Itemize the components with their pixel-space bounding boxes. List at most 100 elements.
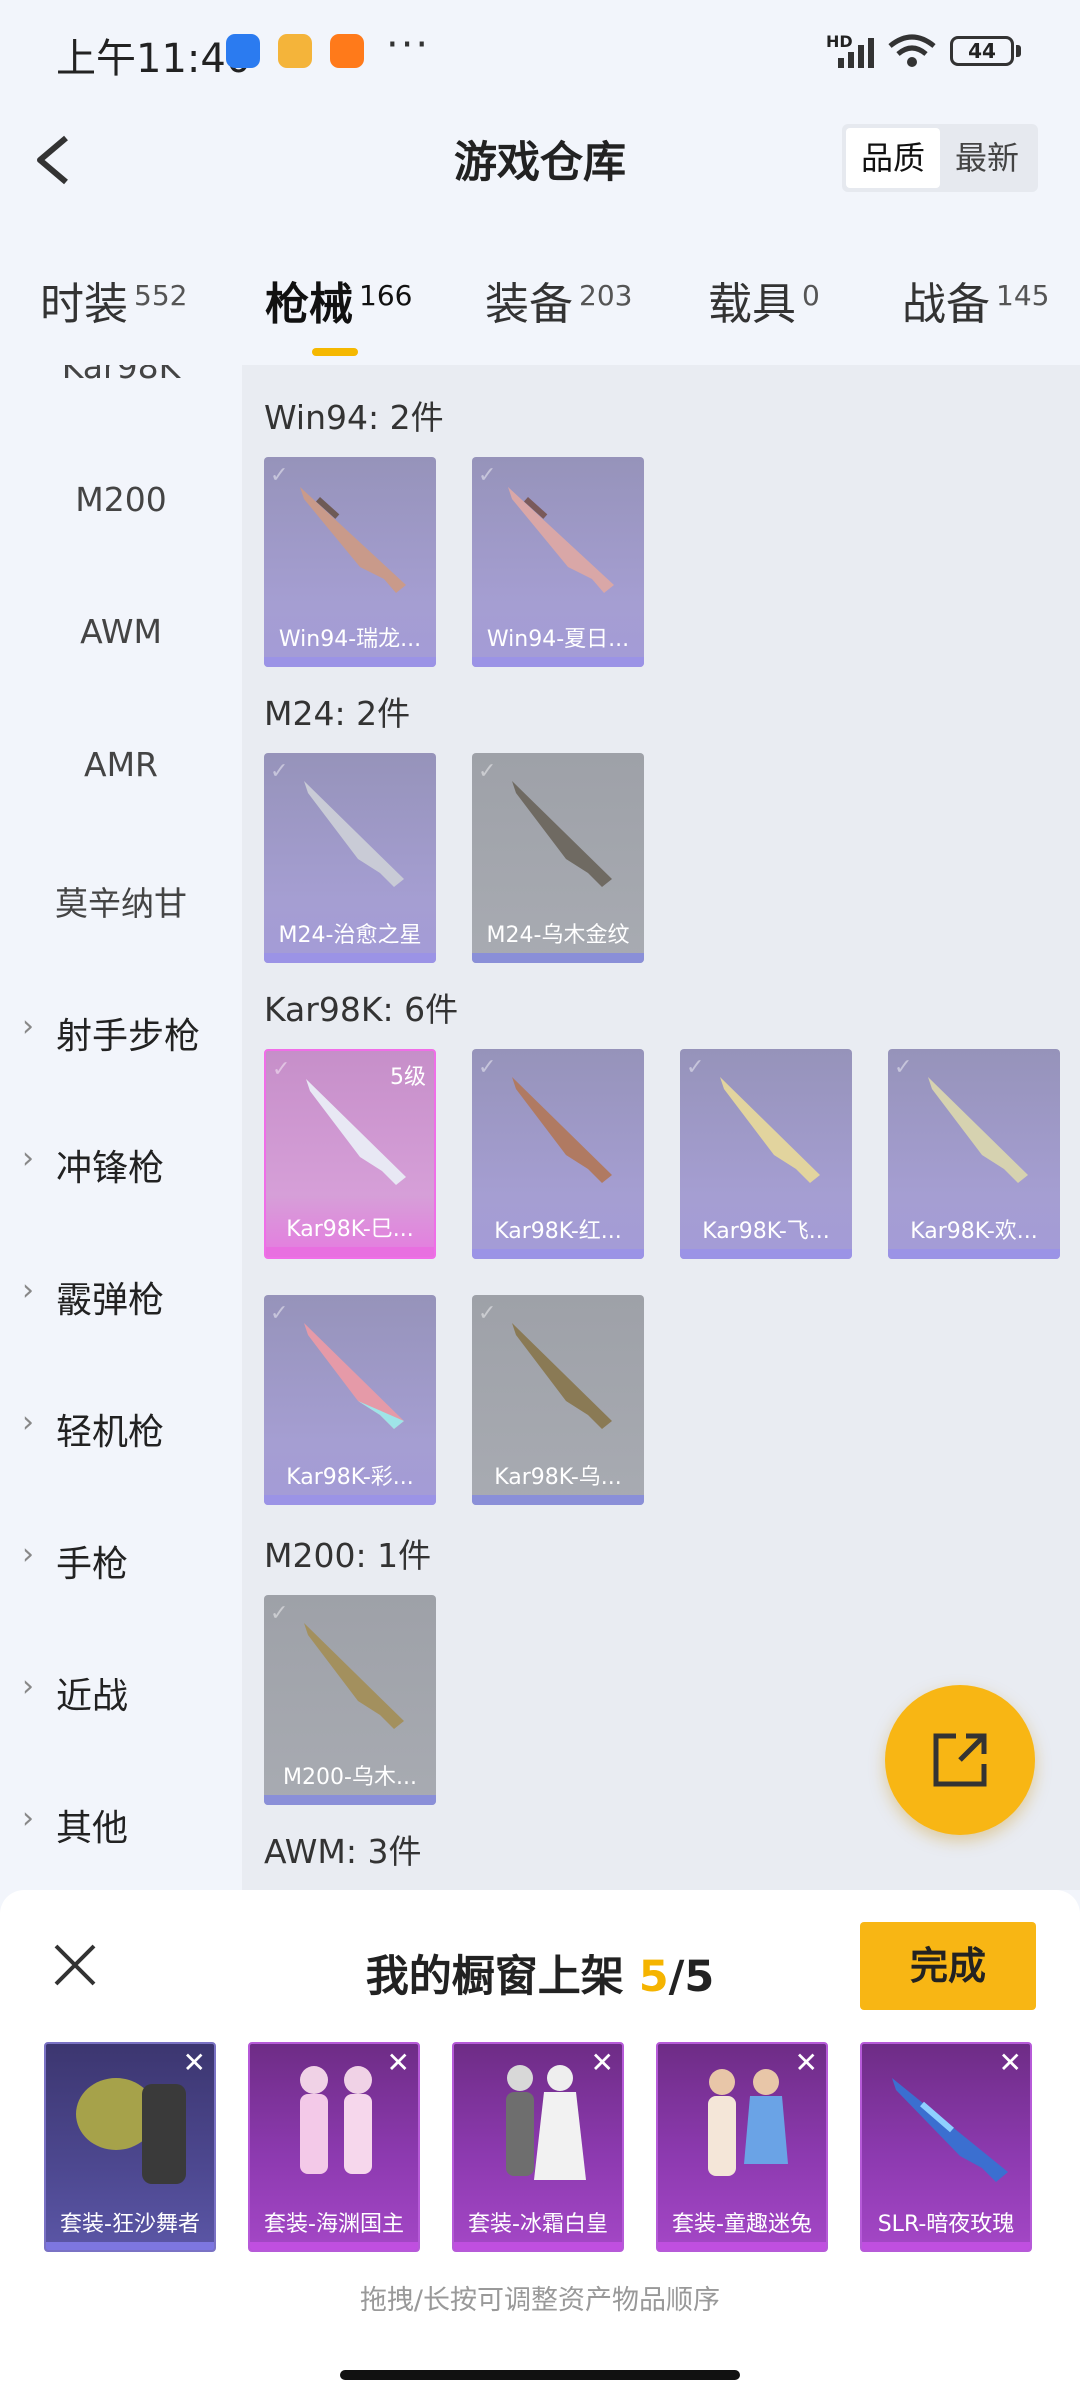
- tab-vehicles[interactable]: 载具 0: [708, 268, 820, 332]
- group-label: 手枪: [56, 1544, 129, 1585]
- rifle-icon: [508, 487, 614, 593]
- weapon-card[interactable]: ✓ Kar98K-红...: [472, 1049, 644, 1259]
- category-group-dmr[interactable]: › 射手步枪: [0, 1007, 242, 1059]
- rarity-bar: [264, 657, 436, 667]
- weapon-card-name: M24-乌木金纹: [486, 923, 630, 948]
- chevron-right-icon: ›: [22, 1669, 34, 1704]
- remove-icon[interactable]: ✕: [591, 2046, 614, 2079]
- tab-label: 载具: [708, 279, 796, 330]
- sort-quality-button[interactable]: 品质: [846, 128, 940, 188]
- wifi-icon: [888, 34, 936, 67]
- weapon-card-name: Kar98K-乌...: [494, 1465, 622, 1490]
- share-button[interactable]: [885, 1685, 1035, 1835]
- tab-label: 战备: [902, 279, 990, 330]
- status-bar: 上午11:40 ··· HD 44: [0, 0, 1080, 100]
- category-group-lmg[interactable]: › 轻机枪: [0, 1403, 242, 1455]
- showcase-slot[interactable]: ✕ 套装-狂沙舞者: [44, 2042, 216, 2252]
- rifle-icon: [306, 1079, 406, 1185]
- tab-count: 145: [996, 279, 1050, 312]
- weapon-card-name: M200-乌木...: [283, 1765, 417, 1790]
- showcase-slot[interactable]: ✕ 套装-冰霜白皇: [452, 2042, 624, 2252]
- showcase-count-current: 5: [638, 1952, 669, 2002]
- group-label: 冲锋枪: [56, 1148, 165, 1189]
- done-button[interactable]: 完成: [860, 1922, 1036, 2010]
- rarity-bar: [264, 1495, 436, 1505]
- remove-icon[interactable]: ✕: [999, 2046, 1022, 2079]
- showcase-slot[interactable]: ✕ 套装-童趣迷兔: [656, 2042, 828, 2252]
- tab-label: 枪械: [265, 279, 353, 330]
- category-kar98k[interactable]: Kar98K: [0, 365, 242, 386]
- rarity-bar: [472, 953, 644, 963]
- rarity-bar: [266, 1247, 434, 1257]
- rarity-bar: [862, 2242, 1030, 2250]
- category-group-smg[interactable]: › 冲锋枪: [0, 1139, 242, 1191]
- tab-supplies[interactable]: 战备 145: [902, 268, 1049, 332]
- category-awm[interactable]: AWM: [0, 612, 242, 651]
- showcase-slot[interactable]: ✕ 套装-海渊国主: [248, 2042, 420, 2252]
- mi-app-icon: [330, 34, 364, 68]
- category-group-melee[interactable]: › 近战: [0, 1667, 242, 1719]
- sort-newest-button[interactable]: 最新: [940, 128, 1034, 188]
- remove-icon[interactable]: ✕: [795, 2046, 818, 2079]
- showcase-title-text: 我的橱窗上架: [365, 1952, 639, 2002]
- rarity-bar: [888, 1249, 1060, 1259]
- weapon-card[interactable]: ✓ M24-乌木金纹: [472, 753, 644, 963]
- category-group-pistol[interactable]: › 手枪: [0, 1535, 242, 1587]
- weapon-card-name: Kar98K-欢...: [910, 1219, 1038, 1244]
- weapon-card[interactable]: ✓ Kar98K-彩...: [264, 1295, 436, 1505]
- app-notification-icon: [278, 34, 312, 68]
- weapon-card-name: Kar98K-飞...: [702, 1219, 830, 1244]
- rifle-icon: [304, 781, 404, 887]
- nav-bar: 游戏仓库 品质 最新: [0, 100, 1080, 230]
- weapon-card[interactable]: ✓ Kar98K-飞...: [680, 1049, 852, 1259]
- chevron-right-icon: ›: [22, 1405, 34, 1440]
- rarity-bar: [46, 2242, 214, 2250]
- tab-count: 203: [579, 279, 633, 312]
- weapon-card[interactable]: ✓ Win94-瑞龙...: [264, 457, 436, 667]
- rifle-icon: [512, 1077, 612, 1183]
- tab-count: 552: [134, 279, 188, 312]
- category-mosin[interactable]: 莫辛纳甘: [0, 877, 242, 925]
- section-title-awm: AWM: 3件: [264, 1832, 422, 1871]
- category-group-other[interactable]: › 其他: [0, 1799, 242, 1851]
- weapon-card[interactable]: ✓ M200-乌木...: [264, 1595, 436, 1805]
- weapon-card-name: Win94-瑞龙...: [278, 627, 422, 652]
- reorder-hint: 拖拽/长按可调整资产物品顺序: [359, 2285, 721, 2316]
- rifle-icon: [304, 1623, 404, 1729]
- remove-icon[interactable]: ✕: [183, 2046, 206, 2079]
- weapon-card-name: Kar98K-彩...: [286, 1465, 414, 1490]
- group-label: 近战: [56, 1676, 129, 1717]
- weapon-card[interactable]: ✓ 5级 Kar98K-巳...: [264, 1049, 436, 1259]
- weapon-card[interactable]: ✓ Win94-夏日...: [472, 457, 644, 667]
- category-group-shotgun[interactable]: › 霰弹枪: [0, 1271, 242, 1323]
- weapon-card-name: Kar98K-红...: [494, 1219, 622, 1244]
- rarity-bar: [472, 1495, 644, 1505]
- rarity-bar: [680, 1249, 852, 1259]
- home-indicator[interactable]: [340, 2370, 740, 2380]
- rarity-bar: [472, 657, 644, 667]
- rarity-bar: [472, 1249, 644, 1259]
- tab-equipment[interactable]: 装备 203: [485, 268, 632, 332]
- weapon-grid: Win94: 2件 ✓ Win94-瑞龙... ✓ Win94-夏日... M2…: [242, 365, 1080, 1890]
- weapon-card[interactable]: ✓ Kar98K-欢...: [888, 1049, 1060, 1259]
- chevron-right-icon: ›: [22, 1141, 34, 1176]
- rarity-bar: [264, 953, 436, 963]
- share-external-icon: [933, 1733, 987, 1787]
- tab-fashion[interactable]: 时装 552: [40, 268, 187, 332]
- battery-tip: [1016, 45, 1021, 57]
- status-time: 上午11:40: [56, 36, 252, 82]
- tab-guns[interactable]: 枪械 166: [265, 268, 412, 356]
- category-m200[interactable]: M200: [0, 480, 242, 519]
- showcase-slot[interactable]: ✕ SLR-暗夜玫瑰: [860, 2042, 1032, 2252]
- rifle-icon: [304, 1323, 404, 1429]
- section-title-win94: Win94: 2件: [264, 398, 444, 437]
- showcase-count-total: /5: [668, 1952, 715, 2002]
- weapon-card[interactable]: ✓ M24-治愈之星: [264, 753, 436, 963]
- showcase-slot-name: SLR-暗夜玫瑰: [877, 2212, 1015, 2237]
- remove-icon[interactable]: ✕: [387, 2046, 410, 2079]
- rarity-bar: [658, 2242, 826, 2250]
- category-amr[interactable]: AMR: [0, 745, 242, 784]
- active-tab-indicator: [312, 348, 358, 356]
- showcase-slot-name: 套装-狂沙舞者: [60, 2212, 200, 2237]
- weapon-card[interactable]: ✓ Kar98K-乌...: [472, 1295, 644, 1505]
